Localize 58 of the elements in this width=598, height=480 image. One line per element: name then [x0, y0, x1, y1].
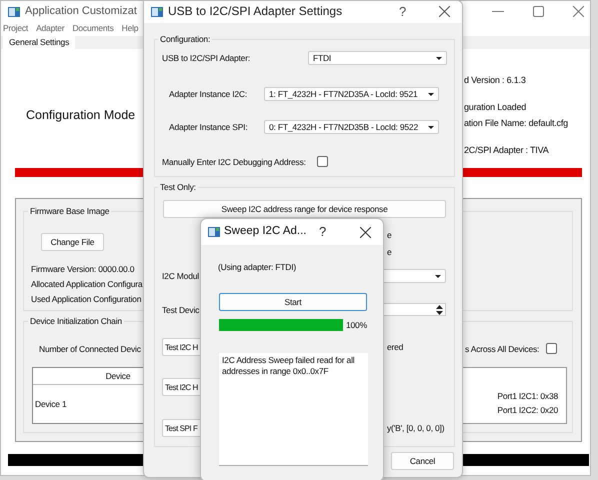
group-title: Configuration:: [158, 33, 212, 45]
info-text: Allocated Application Configura: [31, 278, 142, 290]
info-text: Used Application Configuration: [31, 293, 142, 305]
maximize-icon[interactable]: [533, 6, 544, 17]
field-label: Adapter Instance I2C:: [169, 88, 248, 100]
close-icon[interactable]: [360, 227, 371, 238]
app-icon: [208, 227, 220, 237]
adapter-dropdown[interactable]: FTDI: [308, 51, 447, 65]
label-text: e: [387, 246, 392, 258]
checkbox[interactable]: [546, 343, 557, 354]
change-file-button[interactable]: Change File: [41, 233, 104, 251]
tab[interactable]: General Settings: [3, 36, 76, 49]
status-text: d Version : 6.1.3: [464, 74, 526, 86]
checkbox[interactable]: [317, 156, 328, 167]
status-text: guration Loaded: [464, 101, 526, 113]
dialog-title: USB to I2C/SPI Adapter Settings: [168, 4, 342, 18]
port-text: Port1 I2C1: 0x38: [497, 391, 558, 402]
menu-item[interactable]: Help: [122, 23, 138, 36]
menu-item[interactable]: Documents: [72, 23, 114, 36]
close-icon[interactable]: [439, 6, 450, 17]
help-button[interactable]: ?: [319, 224, 326, 239]
table-cell-text: Device 1: [34, 399, 66, 409]
cancel-button[interactable]: Cancel: [391, 452, 454, 470]
field-label: Number of Connected Devic: [39, 343, 141, 355]
menu-item[interactable]: Adapter: [36, 23, 64, 36]
dialog-title: Sweep I2C Ad...: [224, 225, 306, 237]
adapter-note: (Using adapter: FTDI): [218, 261, 296, 273]
field-label: USB to I2C/SPI Adapter:: [162, 52, 250, 64]
status-text: 2C/SPI Adapter : TIVA: [464, 144, 549, 156]
label-text: e: [387, 229, 392, 241]
app-icon: [151, 7, 163, 17]
mode-title: Configuration Mode: [26, 107, 136, 123]
field-label: Test Devic: [162, 304, 200, 316]
window-title: Application Customizat: [25, 5, 137, 17]
sweep-button[interactable]: Sweep I2C address range for device response: [163, 200, 446, 218]
field-label: Adapter Instance SPI:: [169, 121, 248, 133]
progress-reading: 100%: [346, 319, 367, 331]
group-title: Firmware Base Image: [28, 205, 112, 217]
log-text: I2C Address Sweep failed read for all addresses in range 0x0..0x7F: [222, 355, 354, 376]
label-text: ered: [387, 341, 404, 353]
start-button[interactable]: Start: [219, 293, 367, 311]
app-icon: [8, 7, 20, 17]
help-button[interactable]: ?: [399, 4, 406, 19]
column-header: Device: [104, 370, 132, 383]
status-text: ation File Name: default.cfg: [464, 117, 568, 129]
spi-instance-dropdown[interactable]: 0: FT_4232H - FT7N2D35B - LocId: 9522: [264, 120, 439, 134]
port-text: Port1 I2C2: 0x20: [497, 405, 558, 416]
i2c-instance-dropdown[interactable]: 1: FT_4232H - FT7N2D35A - LocId: 9521: [264, 87, 439, 101]
label-text: y('B', [0, 0, 0, 0]): [387, 422, 444, 434]
field-label: Manually Enter I2C Debugging Address:: [162, 156, 306, 168]
field-label: s Across All Devices:: [465, 343, 540, 355]
menu-item[interactable]: Project: [3, 23, 28, 36]
info-text: Firmware Version: 0000.00.0: [31, 263, 134, 275]
spin-arrows-icon[interactable]: [436, 304, 443, 314]
group-title: Test Only:: [158, 181, 198, 193]
minimize-icon[interactable]: [492, 11, 504, 13]
field-label: I2C Modul: [162, 270, 199, 282]
group-title: Device Initialization Chain: [28, 315, 124, 327]
